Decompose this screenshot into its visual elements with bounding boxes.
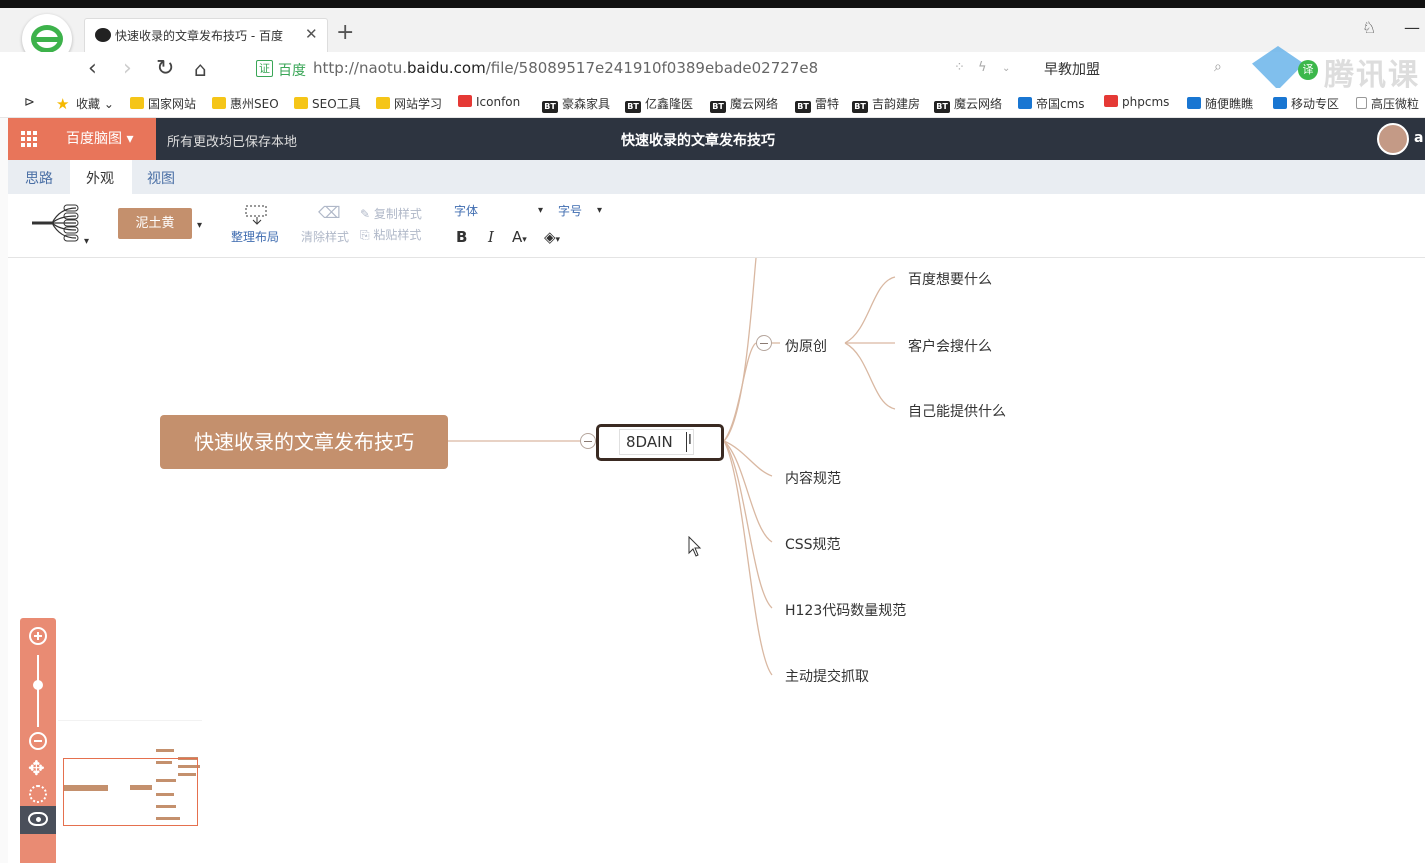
- topic-node[interactable]: H123代码数量规范: [785, 600, 906, 620]
- topic-edit-input[interactable]: 8DAIN: [619, 429, 694, 455]
- topic-node[interactable]: CSS规范: [785, 534, 841, 554]
- minimap-viewport[interactable]: [63, 758, 198, 826]
- zoom-slider-thumb[interactable]: [33, 680, 43, 690]
- collapse-toggle-icon[interactable]: [756, 335, 772, 351]
- mouse-cursor-icon: [688, 536, 702, 557]
- zoom-slider-track[interactable]: [37, 655, 39, 727]
- root-topic[interactable]: 快速收录的文章发布技巧: [160, 415, 448, 469]
- zoom-out-icon[interactable]: [29, 732, 47, 750]
- subtopic-node[interactable]: 客户会搜什么: [908, 336, 992, 356]
- edit-text: 8DAIN: [626, 433, 673, 451]
- edit-suffix: I: [688, 433, 692, 448]
- topic-node[interactable]: 伪原创: [785, 336, 827, 356]
- topic-node[interactable]: 主动提交抓取: [785, 666, 869, 686]
- collapse-toggle-icon[interactable]: [580, 433, 596, 449]
- subtopic-node[interactable]: 百度想要什么: [908, 269, 992, 289]
- zoom-in-icon[interactable]: [29, 627, 47, 645]
- topic-node[interactable]: 内容规范: [785, 468, 841, 488]
- eye-icon[interactable]: [28, 812, 48, 826]
- locate-icon[interactable]: [29, 785, 47, 803]
- subtopic-node[interactable]: 自己能提供什么: [908, 401, 1006, 421]
- screen: 快速收录的文章发布技巧 - 百度 ✕ + ♘ — ‹ › ↻ ⌂ 证 百度 ht…: [0, 0, 1425, 863]
- move-icon[interactable]: ✥: [28, 758, 45, 778]
